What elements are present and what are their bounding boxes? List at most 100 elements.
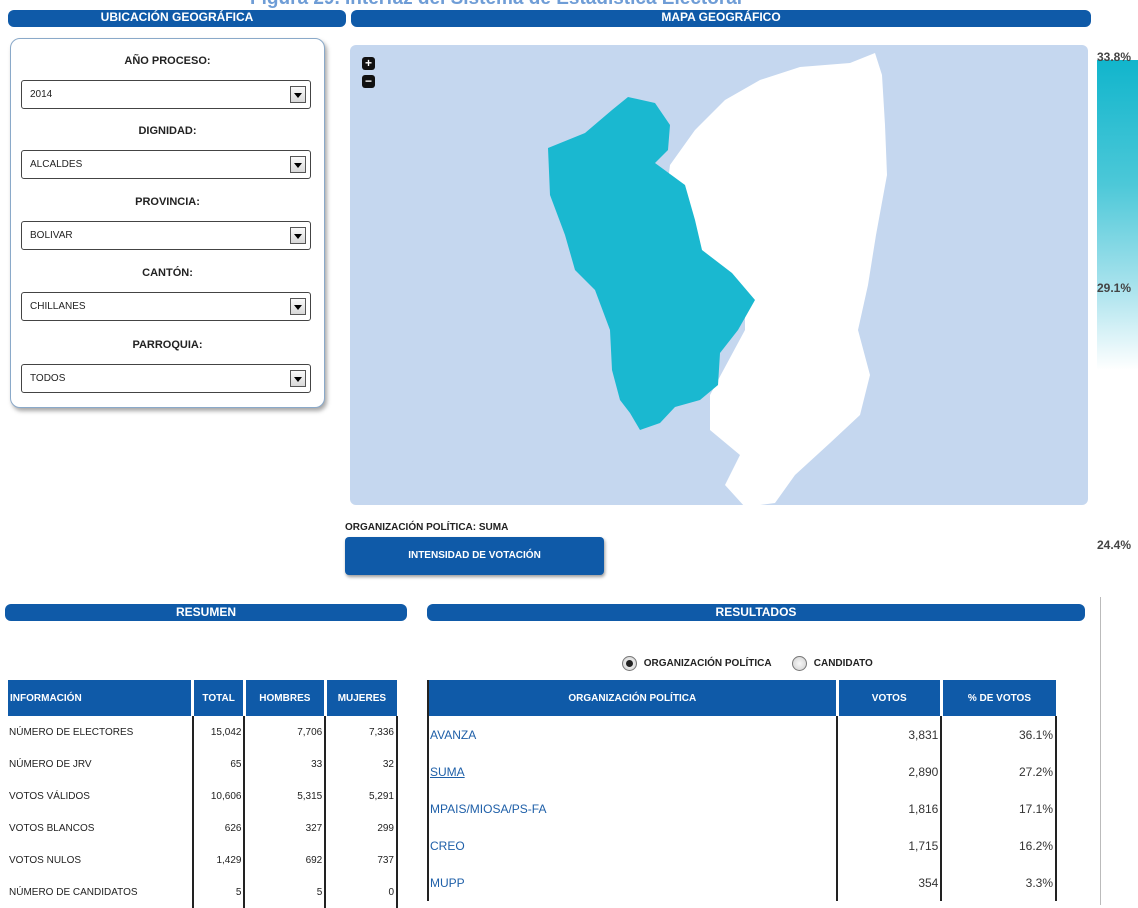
provincia-select[interactable]: BOLIVAR bbox=[21, 221, 311, 250]
table-row: NÚMERO DE CANDIDATOS 5 5 0 bbox=[8, 876, 398, 908]
results-frame-border bbox=[1100, 597, 1101, 905]
results-org-cell: AVANZA bbox=[428, 716, 839, 753]
filter-label-dignidad: DIGNIDAD: bbox=[138, 125, 197, 137]
legend-gradient bbox=[1097, 60, 1138, 370]
summary-label: VOTOS NULOS bbox=[8, 844, 194, 876]
parroquia-select-value: TODOS bbox=[30, 373, 66, 384]
results-votos: 2,890 bbox=[837, 753, 943, 790]
summary-mujeres: 7,336 bbox=[325, 716, 398, 748]
parroquia-select[interactable]: TODOS bbox=[21, 364, 311, 393]
summary-total: 1,429 bbox=[192, 844, 246, 876]
intensity-button[interactable]: INTENSIDAD DE VOTACIÓN bbox=[345, 537, 604, 575]
table-row: CREO 1,715 16.2% bbox=[428, 827, 1057, 864]
map-svg bbox=[548, 53, 887, 505]
summary-total: 15,042 bbox=[192, 716, 246, 748]
results-pct: 27.2% bbox=[941, 753, 1057, 790]
radio-organizacion-label: ORGANIZACIÓN POLÍTICA bbox=[643, 658, 772, 670]
summary-hombres: 33 bbox=[244, 748, 327, 780]
result-org-link[interactable]: CREO bbox=[430, 839, 465, 853]
anio-select[interactable]: 2014 bbox=[21, 80, 311, 109]
results-pct: 17.1% bbox=[941, 790, 1057, 827]
results-pct: 3.3% bbox=[941, 864, 1057, 901]
filter-panel: AÑO PROCESO: 2014 DIGNIDAD: ALCALDES PRO… bbox=[10, 38, 325, 408]
table-row: VOTOS NULOS 1,429 692 737 bbox=[8, 844, 398, 876]
results-table: ORGANIZACIÓN POLÍTICA VOTOS % DE VOTOS A… bbox=[427, 680, 1057, 901]
provincia-select-value: BOLIVAR bbox=[30, 230, 73, 241]
summary-total: 10,606 bbox=[192, 780, 246, 812]
table-row: MPAIS/MIOSA/PS-FA 1,816 17.1% bbox=[428, 790, 1057, 827]
chevron-down-icon[interactable] bbox=[290, 86, 306, 103]
resumen-header-label: RESUMEN bbox=[175, 605, 236, 619]
results-header-org: ORGANIZACIÓN POLÍTICA bbox=[428, 680, 838, 716]
summary-label: VOTOS VÁLIDOS bbox=[8, 780, 194, 812]
results-header-votos: VOTOS bbox=[835, 680, 942, 716]
summary-label: NÚMERO DE JRV bbox=[8, 748, 194, 780]
results-votos: 1,715 bbox=[837, 827, 943, 864]
table-row: NÚMERO DE ELECTORES 15,042 7,706 7,336 bbox=[8, 716, 398, 748]
canton-select[interactable]: CHILLANES bbox=[21, 292, 311, 321]
table-row: AVANZA 3,831 36.1% bbox=[428, 716, 1057, 753]
results-votos: 3,831 bbox=[837, 716, 943, 753]
radio-candidato[interactable] bbox=[791, 656, 807, 671]
mapa-header-label: MAPA GEOGRÁFICO bbox=[661, 10, 781, 24]
summary-mujeres: 5,291 bbox=[325, 780, 398, 812]
summary-table: INFORMACIÓN TOTAL HOMBRES MUJERES NÚMERO… bbox=[8, 680, 398, 908]
summary-hombres: 5,315 bbox=[244, 780, 327, 812]
summary-label: NÚMERO DE CANDIDATOS bbox=[8, 876, 194, 908]
summary-total: 5 bbox=[192, 876, 246, 908]
summary-total: 626 bbox=[192, 812, 246, 844]
summary-hombres: 5 bbox=[244, 876, 327, 908]
mapa-header: MAPA GEOGRÁFICO bbox=[351, 10, 1091, 27]
table-row: MUPP 354 3.3% bbox=[428, 864, 1057, 901]
result-org-link[interactable]: SUMA bbox=[430, 765, 465, 779]
filter-label-canton: CANTÓN: bbox=[142, 267, 193, 279]
results-header-pct: % DE VOTOS bbox=[939, 680, 1056, 716]
table-row: VOTOS BLANCOS 626 327 299 bbox=[8, 812, 398, 844]
summary-mujeres: 32 bbox=[325, 748, 398, 780]
summary-total: 65 bbox=[192, 748, 246, 780]
summary-mujeres: 0 bbox=[325, 876, 398, 908]
organization-label: ORGANIZACIÓN POLÍTICA: SUMA bbox=[345, 522, 509, 533]
result-org-link[interactable]: MUPP bbox=[430, 876, 465, 890]
result-org-link[interactable]: MPAIS/MIOSA/PS-FA bbox=[430, 802, 546, 816]
geographic-map[interactable]: + − bbox=[350, 45, 1088, 505]
table-row: SUMA 2,890 27.2% bbox=[428, 753, 1057, 790]
summary-header-total: TOTAL bbox=[191, 680, 245, 716]
results-org-cell: MPAIS/MIOSA/PS-FA bbox=[428, 790, 839, 827]
results-pct: 36.1% bbox=[941, 716, 1057, 753]
figure-title: Figura 29. Interfaz del Sistema de Estad… bbox=[250, 0, 950, 10]
summary-label: VOTOS BLANCOS bbox=[8, 812, 194, 844]
results-votos: 1,816 bbox=[837, 790, 943, 827]
summary-hombres: 327 bbox=[244, 812, 327, 844]
dignidad-select[interactable]: ALCALDES bbox=[21, 150, 311, 179]
summary-hombres: 692 bbox=[244, 844, 327, 876]
results-org-cell: MUPP bbox=[428, 864, 839, 901]
results-pct: 16.2% bbox=[941, 827, 1057, 864]
summary-mujeres: 737 bbox=[325, 844, 398, 876]
summary-label: NÚMERO DE ELECTORES bbox=[8, 716, 194, 748]
chevron-down-icon[interactable] bbox=[290, 370, 306, 387]
filter-label-anio: AÑO PROCESO: bbox=[124, 55, 211, 67]
radio-organizacion[interactable] bbox=[622, 656, 637, 671]
table-row: NÚMERO DE JRV 65 33 32 bbox=[8, 748, 398, 780]
filter-label-provincia: PROVINCIA: bbox=[135, 196, 200, 208]
canton-select-value: CHILLANES bbox=[30, 301, 86, 312]
summary-mujeres: 299 bbox=[325, 812, 398, 844]
summary-header-info: INFORMACIÓN bbox=[8, 680, 193, 716]
resumen-header: RESUMEN bbox=[5, 604, 407, 621]
summary-hombres: 7,706 bbox=[244, 716, 327, 748]
result-org-link[interactable]: AVANZA bbox=[430, 728, 476, 742]
chevron-down-icon[interactable] bbox=[290, 227, 306, 244]
anio-select-value: 2014 bbox=[30, 89, 53, 100]
legend-bottom: 24.4% bbox=[1097, 538, 1132, 552]
results-org-cell: CREO bbox=[428, 827, 839, 864]
summary-header-mujeres: MUJERES bbox=[323, 680, 397, 716]
ubicacion-header: UBICACIÓN GEOGRÁFICA bbox=[8, 10, 346, 27]
chevron-down-icon[interactable] bbox=[290, 156, 306, 173]
chevron-down-icon[interactable] bbox=[290, 298, 306, 315]
result-mode-radios: ORGANIZACIÓN POLÍTICA CANDIDATO bbox=[622, 656, 873, 671]
summary-header-hombres: HOMBRES bbox=[242, 680, 326, 716]
dignidad-select-value: ALCALDES bbox=[30, 159, 83, 170]
ubicacion-header-label: UBICACIÓN GEOGRÁFICA bbox=[100, 10, 254, 24]
results-votos: 354 bbox=[837, 864, 943, 901]
